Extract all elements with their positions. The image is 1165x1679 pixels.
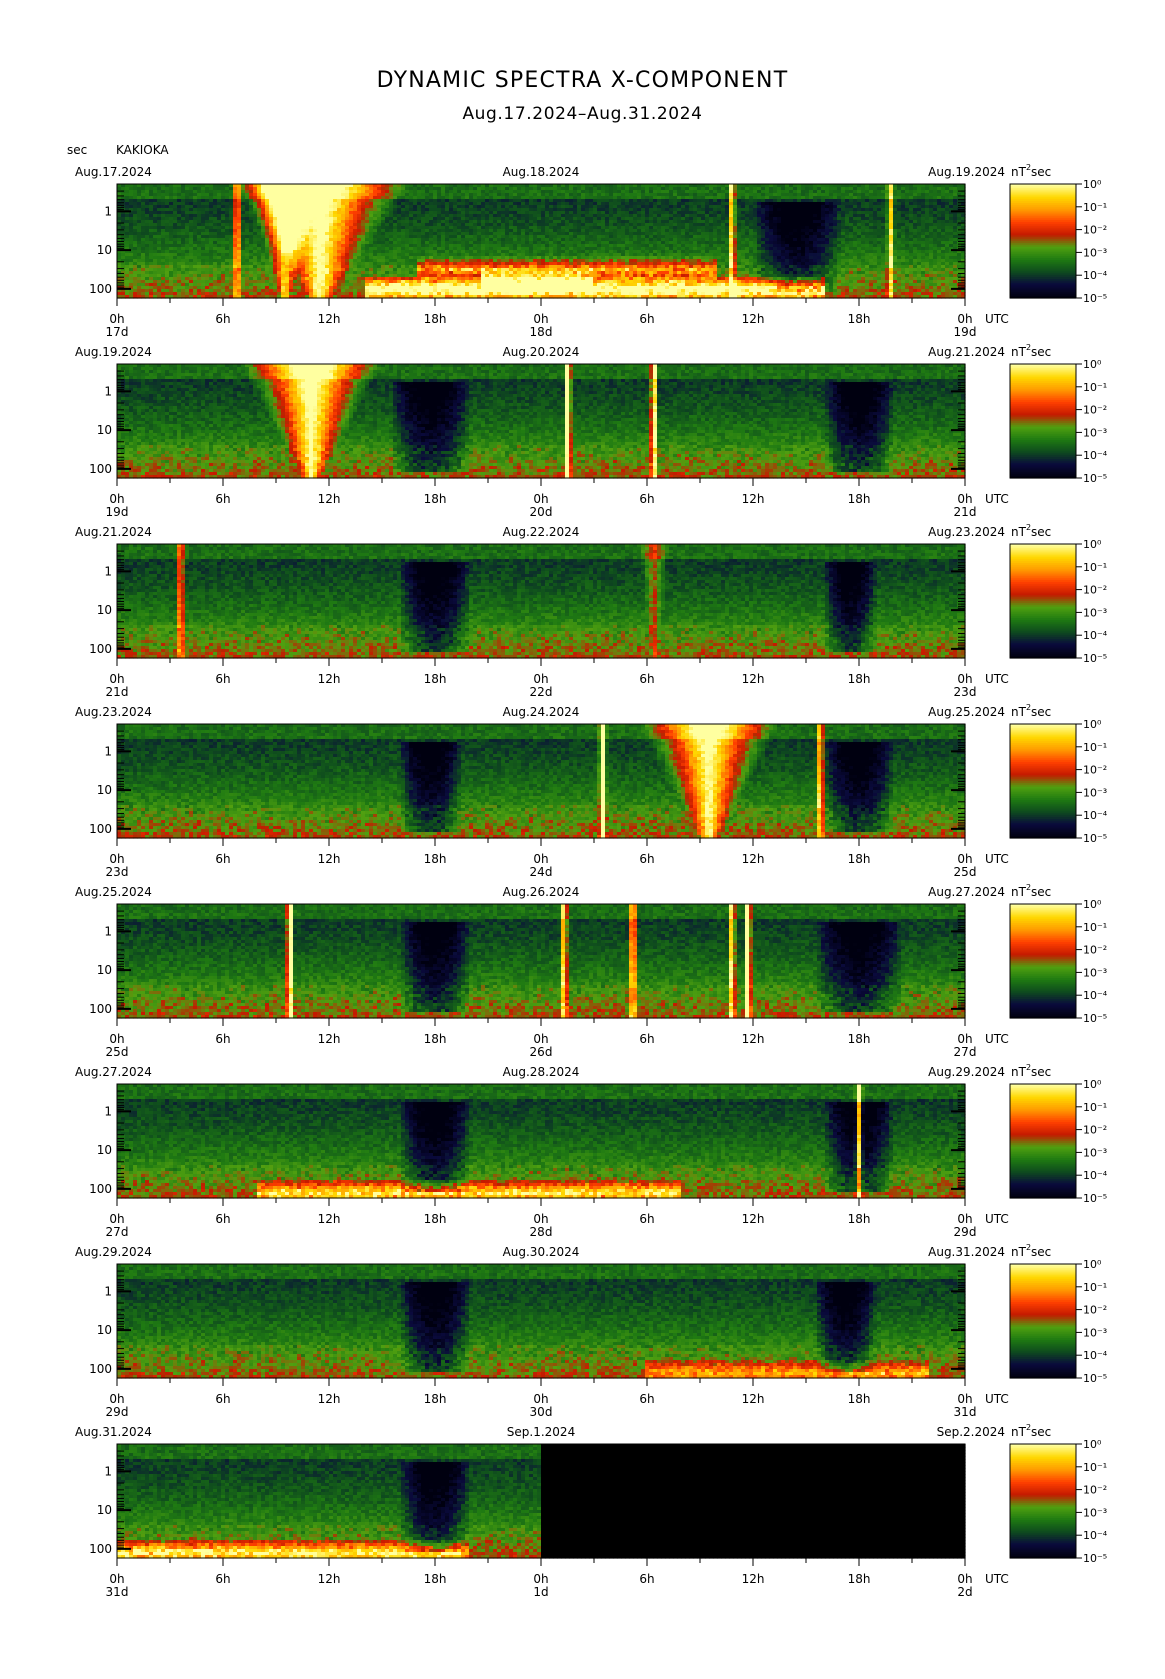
- spectra-plot: Aug.17.2024 Aug.18.2024 Aug.19.2024 nT2sec1…: [0, 0, 1165, 1679]
- spectra-panel: [117, 184, 966, 306]
